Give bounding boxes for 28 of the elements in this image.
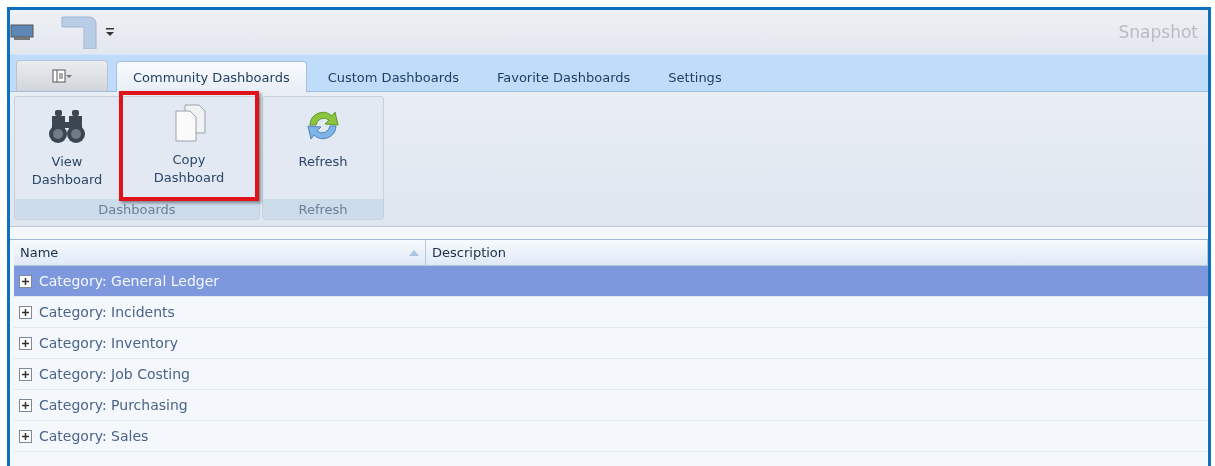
quick-access-caret-icon[interactable]: [106, 27, 114, 37]
ribbon-tab[interactable]: Custom Dashboards: [310, 61, 476, 92]
ribbon-tab[interactable]: Community Dashboards: [116, 61, 307, 92]
app-logo-icon: [60, 15, 100, 49]
row-label: Category: General Ledger: [39, 273, 220, 289]
sort-ascending-icon: [409, 249, 419, 256]
column-header[interactable]: Name: [14, 240, 426, 266]
row-label: Category: Job Costing: [39, 366, 190, 382]
expand-icon[interactable]: [19, 274, 32, 288]
group-label: Refresh: [263, 199, 383, 219]
row-label: Category: Incidents: [39, 304, 175, 320]
ribbon-tab[interactable]: Favorite Dashboards: [479, 61, 648, 92]
ribbon-button[interactable]: Refresh: [263, 97, 383, 199]
ribbon-tab[interactable]: Settings: [651, 61, 739, 92]
expand-icon[interactable]: [19, 429, 32, 443]
panel-toggle-icon: [52, 69, 72, 83]
ribbon-button[interactable]: Copy Dashboard: [119, 91, 259, 201]
expand-icon[interactable]: [19, 336, 32, 350]
expand-icon[interactable]: [19, 367, 32, 381]
row-label: Category: Sales: [39, 428, 149, 444]
ribbon-button[interactable]: View Dashboard: [15, 97, 119, 199]
expand-icon[interactable]: [19, 305, 32, 319]
column-header[interactable]: Description: [426, 240, 1208, 266]
expand-icon[interactable]: [19, 398, 32, 412]
row-label: Category: Purchasing: [39, 397, 188, 413]
group-label: Dashboards: [15, 199, 259, 219]
computer-icon[interactable]: [10, 23, 36, 41]
row-label: Category: Inventory: [39, 335, 178, 351]
